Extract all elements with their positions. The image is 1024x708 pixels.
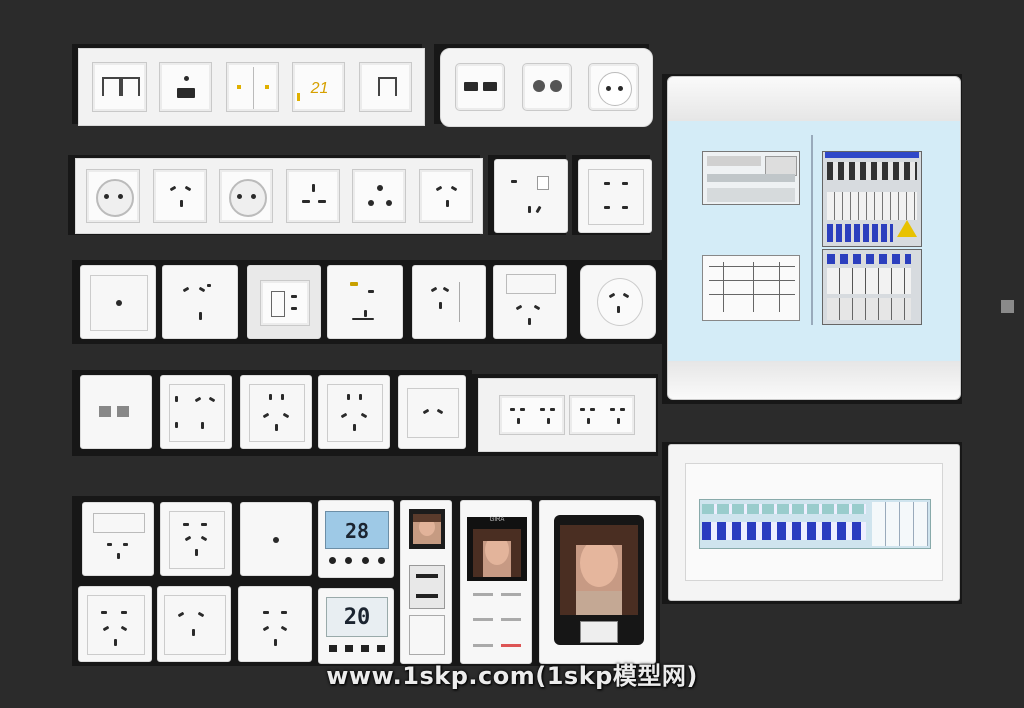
data-socket — [359, 62, 412, 112]
usb-socket — [327, 265, 403, 339]
breaker-row-bottom — [822, 249, 922, 325]
cn-socket — [78, 586, 152, 662]
quad-socket-strip — [478, 378, 656, 452]
double-rocker-switch — [226, 62, 279, 112]
thermostat-top: 28 — [318, 500, 394, 578]
wiring-diagram — [702, 255, 800, 321]
cn-socket — [153, 169, 207, 223]
three-pin-socket — [352, 169, 406, 223]
dimmer-display: 21 — [310, 80, 329, 97]
uk-socket — [286, 169, 340, 223]
meter-module — [702, 151, 800, 205]
warning-icon — [897, 220, 917, 237]
large-video-monitor — [539, 500, 656, 664]
thermostat-bottom-temperature: 20 — [343, 605, 371, 630]
double-data-socket — [92, 62, 147, 112]
digital-dimmer: 21 — [292, 62, 345, 112]
distribution-panel — [667, 76, 961, 400]
socket-with-switch — [494, 159, 568, 233]
cn-socket-wide — [157, 586, 231, 662]
five-gang-frame: 21 — [78, 48, 425, 126]
double-network-socket — [455, 63, 505, 111]
schuko-socket — [219, 169, 273, 223]
cn-socket — [238, 586, 312, 662]
single-point-plate — [80, 265, 156, 339]
five-hole-socket — [160, 375, 232, 449]
thermostat-top-temperature: 28 — [344, 519, 370, 543]
tv-socket — [159, 62, 212, 112]
schuko-socket — [588, 63, 639, 111]
socket-with-cover — [82, 502, 154, 576]
coax-socket — [522, 63, 572, 111]
five-hole-socket — [318, 375, 390, 449]
cn-socket-with-switch — [412, 265, 486, 339]
door-station — [400, 500, 452, 664]
cn-socket — [162, 265, 238, 339]
intercom-brand: GIRA — [489, 517, 505, 523]
two-pin-socket — [398, 375, 466, 449]
breaker-row-top — [822, 151, 922, 247]
six-gang-socket-strip — [75, 158, 483, 234]
triple-rounded-frame — [440, 48, 653, 127]
small-breaker-panel — [668, 444, 960, 601]
cn-socket — [419, 169, 473, 223]
cn-socket-round — [580, 265, 656, 339]
marker-square — [1001, 300, 1014, 313]
breaker-strip — [699, 499, 931, 549]
five-hole-socket — [240, 375, 312, 449]
cn-socket — [160, 502, 232, 576]
watermark: www.1skp.com(1skp模型网) — [326, 662, 698, 690]
switch-socket-combo — [247, 265, 321, 339]
four-pin-socket — [578, 159, 652, 233]
video-intercom: GIRA — [460, 500, 532, 664]
schuko-socket — [86, 169, 140, 223]
blank-plate-with-dot — [240, 502, 312, 576]
socket-with-rocker — [493, 265, 567, 339]
thermostat-bottom: 20 — [318, 588, 394, 664]
double-data-plate — [80, 375, 152, 449]
